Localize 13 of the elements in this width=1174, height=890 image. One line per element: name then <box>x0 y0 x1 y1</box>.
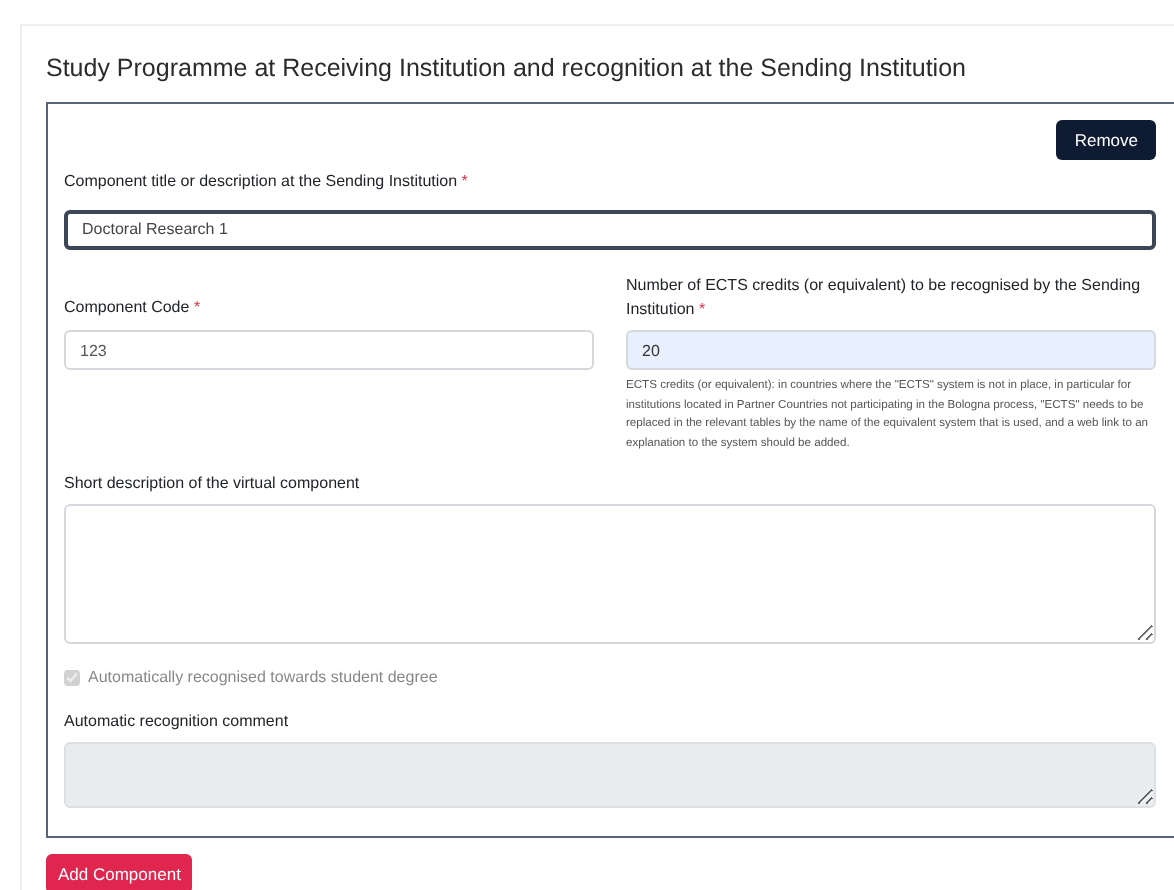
remove-button[interactable]: Remove <box>1056 120 1156 160</box>
field-label: Component title or description at the Sending Institution * <box>64 170 470 194</box>
section-title: Study Programme at Receiving Institution and recognition at the Sending Institution <box>46 52 968 86</box>
add-component-button[interactable]: Add Component <box>46 854 193 890</box>
checkbox-label: Automatically recognised towards student degree <box>88 666 438 690</box>
input-field[interactable]: Doctoral Research 1 <box>64 209 1156 249</box>
field-label: Automatic recognition comment <box>64 710 291 734</box>
field-label: Number of ECTS credits (or equivalent) to be recognised by the Sending Institution * <box>626 274 1143 322</box>
field-label: Component Code * <box>64 296 203 320</box>
input-field[interactable]: 123 <box>64 330 594 370</box>
text-area[interactable] <box>64 504 1156 644</box>
field-label: Short description of the virtual component <box>64 472 362 496</box>
input-field[interactable]: 20 <box>626 330 1156 370</box>
